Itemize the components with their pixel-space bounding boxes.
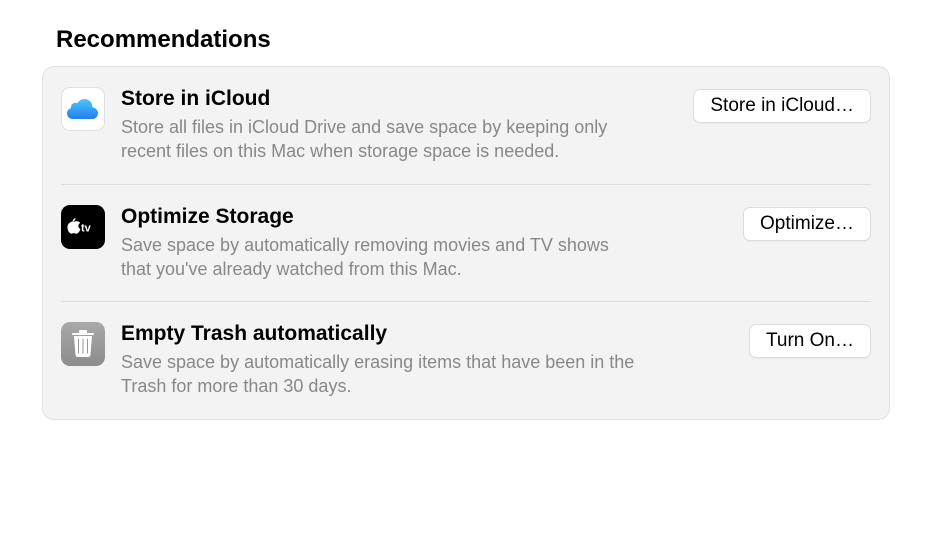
item-title: Store in iCloud bbox=[121, 87, 667, 111]
appletv-icon: tv bbox=[61, 205, 105, 249]
item-title: Empty Trash automatically bbox=[121, 322, 723, 346]
item-content: Empty Trash automatically Save space by … bbox=[121, 322, 733, 399]
trash-icon bbox=[61, 322, 105, 366]
turn-on-button[interactable]: Turn On… bbox=[749, 324, 871, 358]
icloud-icon bbox=[61, 87, 105, 131]
item-content: Optimize Storage Save space by automatic… bbox=[121, 205, 727, 282]
item-description: Save space by automatically removing mov… bbox=[121, 233, 641, 282]
section-title: Recommendations bbox=[42, 26, 890, 54]
item-description: Store all files in iCloud Drive and save… bbox=[121, 115, 641, 164]
recommendation-store-in-icloud: Store in iCloud Store all files in iClou… bbox=[43, 67, 889, 184]
recommendation-optimize-storage: tv Optimize Storage Save space by automa… bbox=[61, 184, 871, 302]
svg-text:tv: tv bbox=[81, 222, 92, 234]
item-description: Save space by automatically erasing item… bbox=[121, 350, 641, 399]
store-in-icloud-button[interactable]: Store in iCloud… bbox=[693, 89, 871, 123]
recommendations-panel: Store in iCloud Store all files in iClou… bbox=[42, 66, 890, 420]
item-content: Store in iCloud Store all files in iClou… bbox=[121, 87, 677, 164]
optimize-button[interactable]: Optimize… bbox=[743, 207, 871, 241]
recommendation-empty-trash: Empty Trash automatically Save space by … bbox=[61, 301, 871, 419]
item-title: Optimize Storage bbox=[121, 205, 717, 229]
